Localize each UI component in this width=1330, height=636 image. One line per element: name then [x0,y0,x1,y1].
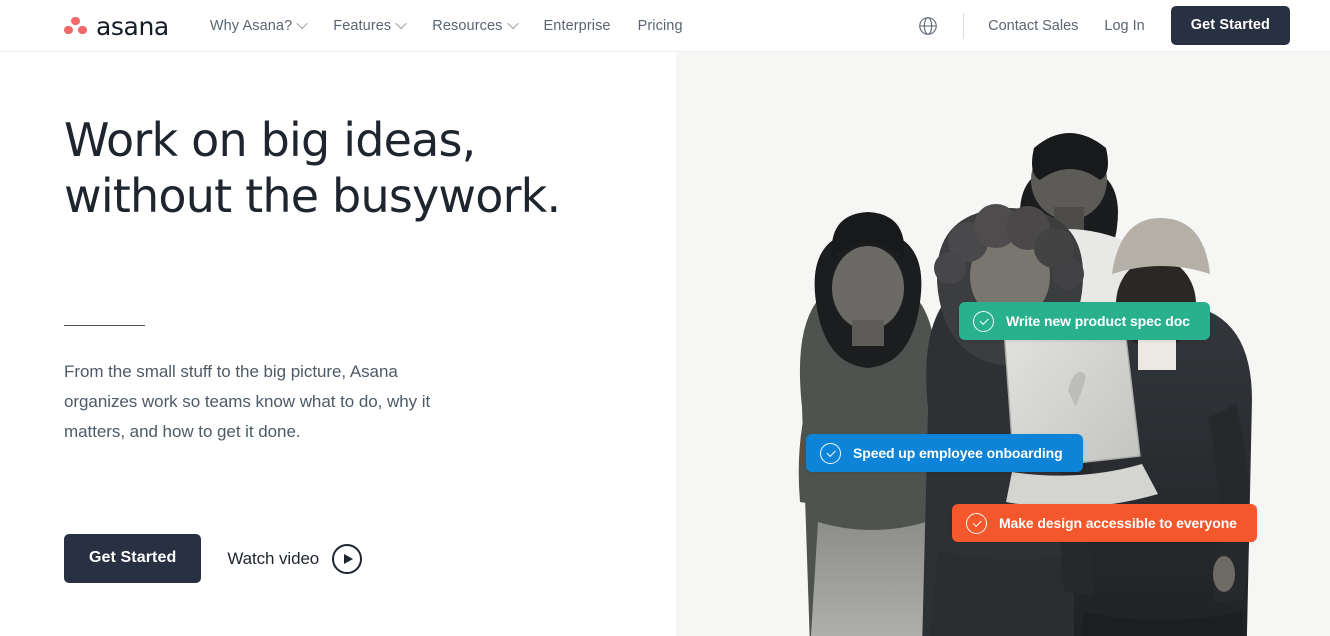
check-circle-icon [973,310,994,332]
headline-line-2: without the busywork. [64,169,561,224]
hero-get-started-button[interactable]: Get Started [64,534,202,583]
globe-icon [919,16,937,35]
hero-subcopy: From the small stuff to the big picture,… [64,362,431,441]
task-pill-speed-up-employee-onboarding[interactable]: Speed up employee onboarding [806,434,1083,472]
nav-get-started-button[interactable]: Get Started [1170,6,1290,45]
asana-logo-link[interactable]: asana [64,12,169,41]
headline-line-1: Work on big ideas, [64,113,476,167]
nav-item-enterprise[interactable]: Enterprise [544,18,611,34]
nav-item-label: Enterprise [543,17,611,34]
task-pill-label: Make design accessible to everyone [999,515,1237,531]
task-pill-write-new-product-spec-doc[interactable]: Write new product spec doc [959,302,1210,340]
primary-nav-links: Why Asana? Features Resources Enterprise… [209,17,683,34]
hero-actions: Get Started Watch video [64,534,363,583]
play-circle-icon [332,543,363,574]
watch-video-button[interactable]: Watch video [227,543,363,574]
nav-item-features[interactable]: Features [333,17,407,34]
log-in-link[interactable]: Log In [1104,18,1144,34]
nav-item-why-asana[interactable]: Why Asana? [209,17,308,34]
task-pill-make-design-accessible-to-everyone[interactable]: Make design accessible to everyone [952,504,1257,542]
nav-item-label: Pricing [637,17,683,34]
chevron-down-icon [506,17,519,29]
language-selector-button[interactable] [915,13,941,39]
hero-copy-panel: Work on big ideas, without the busywork.… [0,52,676,636]
contact-sales-link[interactable]: Contact Sales [988,18,1078,34]
top-navigation-bar: asana Why Asana? Features Resources Ente… [0,0,1330,52]
decorative-rule [64,325,145,326]
team-photo [676,52,1330,636]
hero-section: Work on big ideas, without the busywork.… [0,52,1330,636]
nav-item-label: Resources [432,17,503,34]
hero-image-panel: Write new product spec doc Speed up empl… [676,52,1330,636]
nav-item-resources[interactable]: Resources [432,17,519,34]
watch-video-label: Watch video [227,548,320,568]
page-title: Work on big ideas, without the busywork. [64,112,644,224]
nav-item-label: Features [333,17,392,34]
chevron-down-icon [395,17,407,29]
nav-item-pricing[interactable]: Pricing [638,18,683,34]
nav-divider [963,12,965,39]
chevron-down-icon [296,17,308,29]
check-circle-icon [966,512,987,534]
asana-three-dots-logo-icon [64,16,87,36]
brand-wordmark: asana [96,12,169,41]
nav-right-actions: Contact Sales Log In Get Started [915,6,1290,45]
check-circle-icon [820,442,841,464]
task-pill-label: Speed up employee onboarding [853,445,1063,461]
asana-homepage: asana Why Asana? Features Resources Ente… [0,0,1330,636]
task-pill-label: Write new product spec doc [1006,313,1190,329]
nav-item-label: Why Asana? [209,17,293,34]
